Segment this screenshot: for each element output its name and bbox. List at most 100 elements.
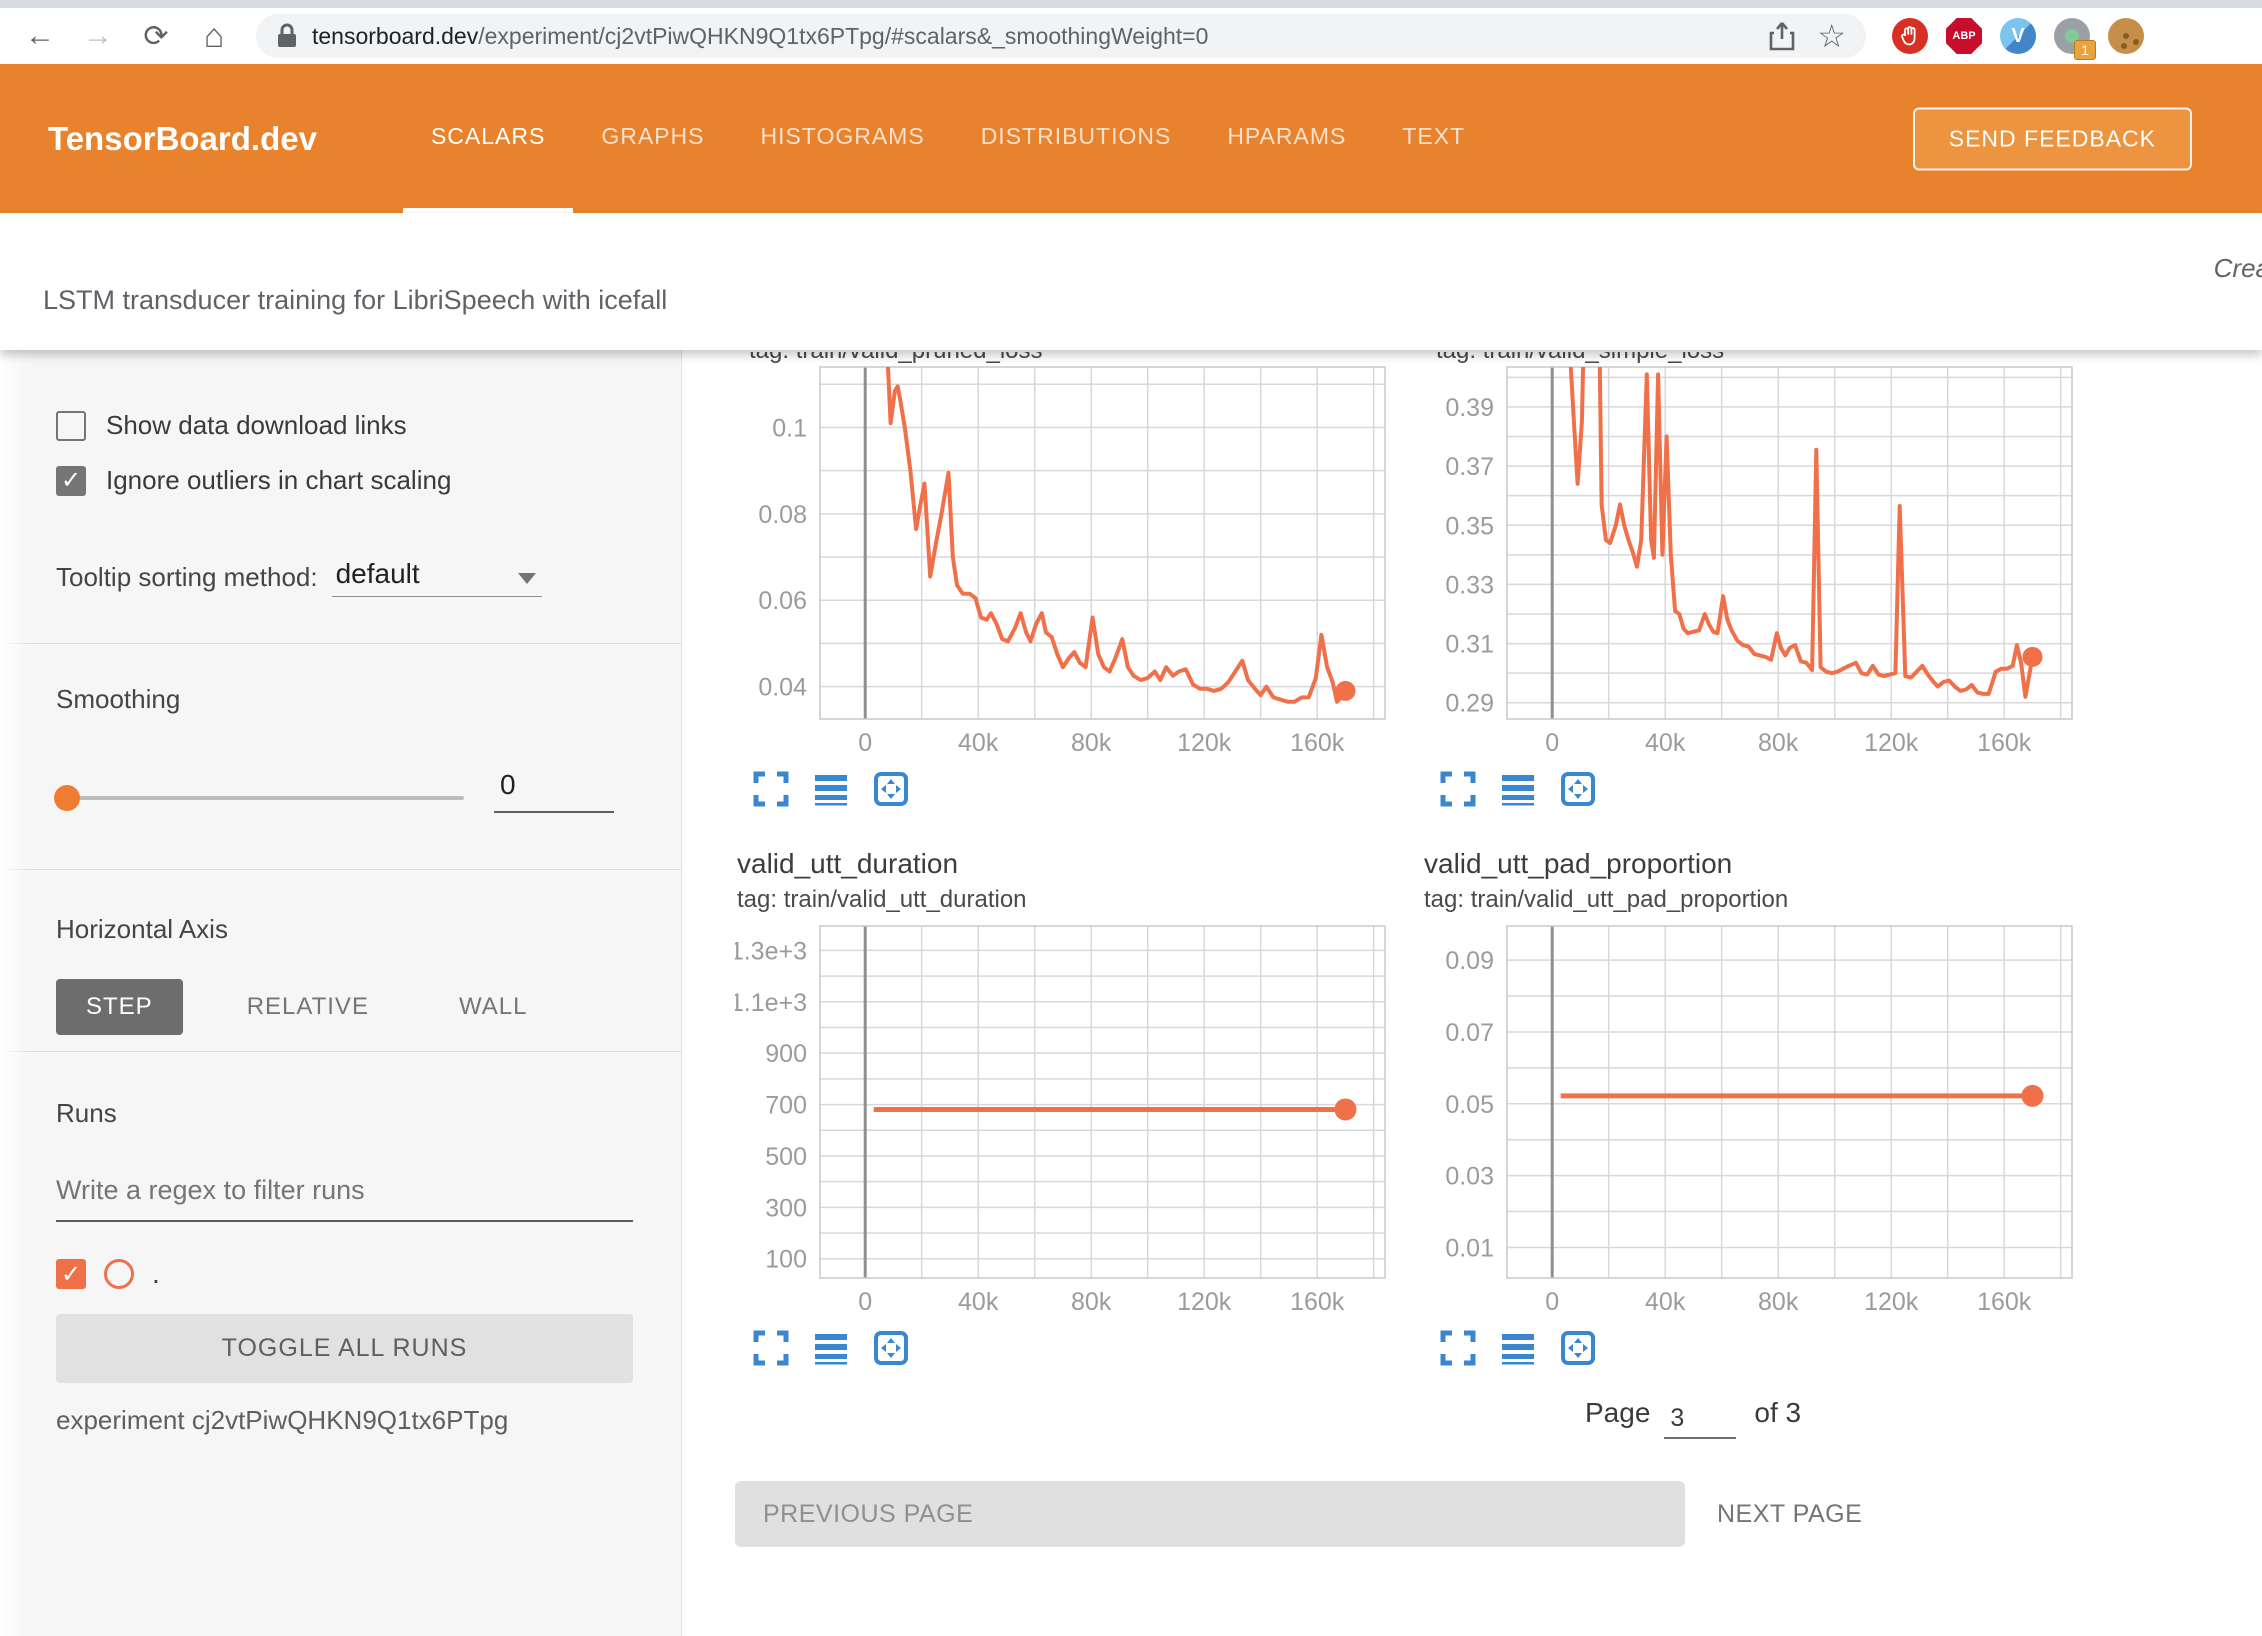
show-download-links-label: Show data download links (106, 410, 407, 441)
expand-lines-icon[interactable] (813, 771, 849, 807)
run-color-swatch (104, 1259, 134, 1289)
line-chart-valid-utt-pad-proportion[interactable]: 040k80k120k160k0.090.070.050.030.01 (1422, 924, 2077, 1321)
pagination: Page of 3 (1585, 1397, 2262, 1429)
show-download-links-checkbox[interactable] (56, 411, 86, 441)
clipped-chart-header: valid_pruned_loss tag: train/valid_prune… (735, 352, 1390, 365)
chart-card-valid-simple-loss: valid_simple_loss tag: train/valid_simpl… (1422, 352, 2077, 810)
created-text-clipped: Crea (2214, 253, 2262, 284)
extension-stop-icon[interactable] (1892, 18, 1928, 54)
svg-text:0.08: 0.08 (758, 501, 807, 529)
tab-distributions[interactable]: DISTRIBUTIONS (953, 64, 1200, 213)
toggle-all-runs-button[interactable]: TOGGLE ALL RUNS (56, 1314, 633, 1383)
svg-text:0.05: 0.05 (1445, 1091, 1494, 1119)
page-number-input[interactable] (1664, 1404, 1736, 1439)
svg-text:100: 100 (765, 1246, 807, 1274)
home-button[interactable]: ⌂ (192, 14, 236, 58)
expand-lines-icon[interactable] (813, 1330, 849, 1366)
send-feedback-button[interactable]: SEND FEEDBACK (1913, 107, 2192, 170)
chart-card-valid-utt-pad-proportion: valid_utt_pad_proportion tag: train/vali… (1422, 848, 2077, 1369)
bookmark-star-icon[interactable]: ☆ (1817, 17, 1846, 55)
chart-title: valid_utt_pad_proportion (1424, 848, 2077, 880)
svg-text:120k: 120k (1864, 729, 1919, 757)
tab-hparams[interactable]: HPARAMS (1199, 64, 1374, 213)
expand-lines-icon[interactable] (1500, 771, 1536, 807)
axis-relative-button[interactable]: RELATIVE (221, 979, 395, 1035)
clipped-chart-header: valid_simple_loss tag: train/valid_simpl… (1422, 352, 2077, 365)
line-chart-valid-pruned-loss[interactable]: 040k80k120k160k0.10.080.060.04 (735, 365, 1390, 762)
svg-text:0: 0 (1545, 729, 1559, 757)
svg-text:0.29: 0.29 (1445, 690, 1494, 718)
fullscreen-icon[interactable] (753, 1330, 789, 1366)
smoothing-slider-thumb[interactable] (54, 785, 80, 811)
chart-tag: tag: train/valid_pruned_loss (749, 352, 1043, 365)
tooltip-sorting-row: Tooltip sorting method: default (56, 558, 633, 597)
svg-text:80k: 80k (1758, 729, 1799, 757)
url-domain: tensorboard.dev (312, 23, 478, 49)
chart-actions (753, 768, 1390, 810)
fit-data-icon[interactable] (1560, 771, 1596, 807)
chevron-down-icon (518, 573, 536, 584)
fullscreen-icon[interactable] (1440, 1330, 1476, 1366)
tooltip-sorting-dropdown[interactable]: default (332, 558, 542, 597)
svg-text:160k: 160k (1977, 729, 2032, 757)
smoothing-slider[interactable] (56, 796, 464, 800)
tab-scalars[interactable]: SCALARS (403, 64, 573, 213)
address-bar[interactable]: tensorboard.dev/experiment/cj2vtPiwQHKN9… (256, 14, 1866, 58)
page-of-label: of 3 (1754, 1397, 1801, 1429)
svg-text:1.1e+3: 1.1e+3 (735, 989, 807, 1017)
back-button[interactable]: ← (18, 14, 62, 58)
reload-button[interactable]: ⟳ (134, 14, 178, 58)
svg-text:0.39: 0.39 (1445, 394, 1494, 422)
chart-card-valid-pruned-loss: valid_pruned_loss tag: train/valid_prune… (735, 352, 1390, 810)
experiment-id-text: experiment cj2vtPiwQHKN9Q1tx6PTpg (56, 1405, 633, 1436)
svg-text:160k: 160k (1977, 1288, 2032, 1316)
runs-regex-placeholder: Write a regex to filter runs (56, 1175, 365, 1205)
svg-text:0.01: 0.01 (1445, 1234, 1494, 1262)
chart-title: valid_utt_duration (737, 848, 1390, 880)
tab-graphs[interactable]: GRAPHS (573, 64, 732, 213)
svg-text:0.37: 0.37 (1445, 453, 1494, 481)
tab-histograms[interactable]: HISTOGRAMS (732, 64, 952, 213)
share-icon[interactable] (1769, 21, 1795, 51)
fullscreen-icon[interactable] (753, 771, 789, 807)
previous-page-button[interactable]: PREVIOUS PAGE (735, 1481, 1685, 1547)
extension-gray-icon[interactable]: 1 (2054, 18, 2090, 54)
extension-cookie-icon[interactable] (2108, 18, 2144, 54)
fullscreen-icon[interactable] (1440, 771, 1476, 807)
svg-text:160k: 160k (1290, 1288, 1345, 1316)
expand-lines-icon[interactable] (1500, 1330, 1536, 1366)
svg-text:160k: 160k (1290, 729, 1345, 757)
svg-text:0: 0 (858, 729, 872, 757)
tab-text[interactable]: TEXT (1374, 64, 1493, 213)
svg-text:0.09: 0.09 (1445, 947, 1494, 975)
smoothing-value-input[interactable]: 0 (494, 769, 614, 813)
url-text[interactable]: tensorboard.dev/experiment/cj2vtPiwQHKN9… (312, 23, 1747, 50)
next-page-button[interactable]: NEXT PAGE (1717, 1500, 1862, 1529)
ignore-outliers-label: Ignore outliers in chart scaling (106, 465, 451, 496)
run-checkbox[interactable]: ✓ (56, 1259, 86, 1289)
fit-data-icon[interactable] (873, 771, 909, 807)
svg-text:40k: 40k (1645, 729, 1686, 757)
charts-area: valid_pruned_loss tag: train/valid_prune… (682, 350, 2262, 1636)
axis-wall-button[interactable]: WALL (433, 979, 553, 1035)
axis-step-button[interactable]: STEP (56, 979, 183, 1035)
line-chart-valid-simple-loss[interactable]: 040k80k120k160k0.390.370.350.330.310.29 (1422, 365, 2077, 762)
svg-text:0.04: 0.04 (758, 674, 807, 702)
forward-button[interactable]: → (76, 14, 120, 58)
window-frame (0, 0, 2262, 8)
ignore-outliers-checkbox[interactable]: ✓ (56, 466, 86, 496)
fit-data-icon[interactable] (873, 1330, 909, 1366)
tensorboard-brand: TensorBoard.dev (48, 120, 317, 158)
page-label: Page (1585, 1397, 1650, 1429)
svg-text:120k: 120k (1177, 1288, 1232, 1316)
extension-v-icon[interactable]: V (2000, 18, 2036, 54)
experiment-info-band: Crea LSTM transducer training for LibriS… (0, 213, 2262, 350)
tooltip-sorting-label: Tooltip sorting method: (56, 562, 318, 597)
runs-regex-input[interactable]: Write a regex to filter runs (56, 1175, 633, 1222)
experiment-title: LSTM transducer training for LibriSpeech… (43, 285, 667, 316)
extension-abp-icon[interactable]: ABP (1946, 18, 1982, 54)
chart-tag: tag: train/valid_utt_pad_proportion (1424, 886, 2077, 914)
fit-data-icon[interactable] (1560, 1330, 1596, 1366)
line-chart-valid-utt-duration[interactable]: 040k80k120k160k1.3e+31.1e+39007005003001… (735, 924, 1390, 1321)
url-path: /experiment/cj2vtPiwQHKN9Q1tx6PTpg/#scal… (478, 23, 1208, 49)
